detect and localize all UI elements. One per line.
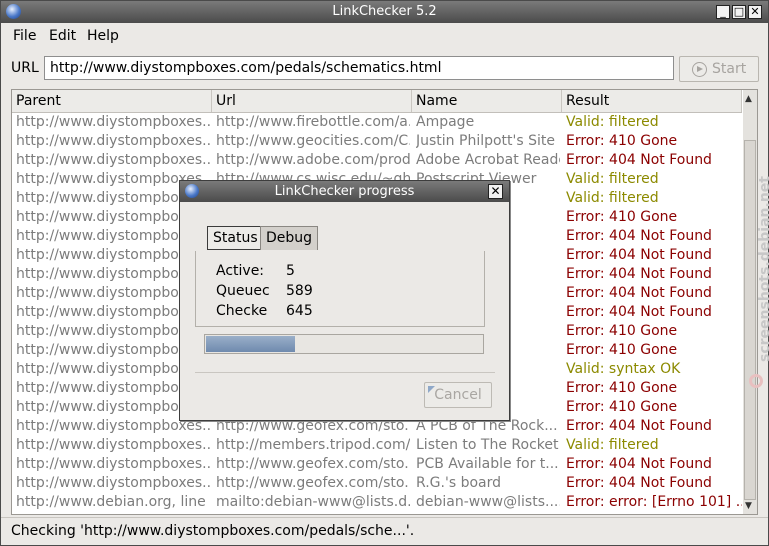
cell-parent: http://www.diystompboxes.... (16, 114, 210, 130)
queued-label: Queuec (216, 283, 270, 299)
dialog-close-button[interactable]: ✕ (488, 184, 503, 199)
table-row[interactable]: http://www.diystompboxes.... http://www.a… (12, 151, 742, 170)
dialog-separator (195, 372, 495, 373)
dialog-title-bar: LinkChecker progress ✕ (180, 181, 509, 202)
cell-result: Error: 410 Gone (566, 342, 678, 358)
progress-dialog: LinkChecker progress ✕ Status Debug Acti… (179, 180, 510, 421)
scroll-down-icon[interactable]: ▼ (745, 501, 752, 511)
cell-parent: http://www.diystompboxes.... (16, 475, 210, 491)
table-row[interactable]: http://www.diystompboxes.... http://www.g… (12, 132, 742, 151)
watermark: screenshots.debian.net (745, 151, 769, 401)
cell-result: Error: 404 Not Found (566, 418, 712, 434)
cell-parent: http://www.diystompboxes.... (16, 456, 210, 472)
cell-parent: http://www.diystompboxes.... (16, 152, 210, 168)
start-button[interactable]: Start (679, 56, 759, 82)
url-label: URL (11, 60, 39, 76)
cell-result: Error: 410 Gone (566, 399, 678, 415)
table-row[interactable]: http://www.diystompboxes.... http://membe… (12, 436, 742, 455)
url-input[interactable] (44, 56, 674, 80)
column-header-result[interactable]: Result (562, 90, 742, 112)
cell-name: Justin Philpott's Site (416, 133, 555, 149)
cell-name: Ampage (416, 114, 475, 130)
cell-parent: http://www.debian.org, line ... (16, 494, 210, 510)
cancel-button-label: Cancel (434, 387, 482, 403)
cell-name: debian-www@lists.... (416, 494, 560, 510)
menu-edit[interactable]: Edit (49, 28, 76, 44)
close-button[interactable]: ✕ (748, 5, 762, 19)
menu-help[interactable]: Help (87, 28, 119, 44)
status-text: Checking 'http://www.diystompboxes.com/p… (11, 523, 415, 539)
column-header-name[interactable]: Name (412, 90, 562, 112)
checked-label: Checke (216, 303, 268, 319)
table-row[interactable]: http://www.diystompboxes.... http://www.f… (12, 113, 742, 132)
checked-value: 645 (286, 303, 313, 319)
maximize-button[interactable]: □ (732, 5, 746, 19)
cell-url: http://www.geocities.com/C... (216, 133, 410, 149)
cell-result: Error: 404 Not Found (566, 247, 712, 263)
cell-url: http://www.firebottle.com/a... (216, 114, 410, 130)
column-header-url[interactable]: Url (212, 90, 412, 112)
cell-name: PCB Available for t... (416, 456, 559, 472)
scroll-up-icon[interactable]: ▲ (745, 94, 752, 104)
cell-result: Valid: filtered (566, 114, 659, 130)
status-bar: Checking 'http://www.diystompboxes.com/p… (1, 517, 768, 546)
cell-result: Error: 404 Not Found (566, 266, 712, 282)
table-row[interactable]: http://www.diystompboxes.... http://www.g… (12, 474, 742, 493)
cell-result: Error: 404 Not Found (566, 475, 712, 491)
cell-result: Error: 404 Not Found (566, 456, 712, 472)
cell-result: Error: error: [Errno 101] ... (566, 494, 742, 510)
cell-name: R.G.'s board (416, 475, 501, 491)
cell-url: mailto:debian-www@lists.d... (216, 494, 410, 510)
table-row[interactable]: http://www.debian.org, line ... mailto:de… (12, 493, 742, 512)
cell-result: Error: 410 Gone (566, 380, 678, 396)
progress-bar (204, 334, 484, 354)
cell-result: Valid: syntax OK (566, 361, 681, 377)
active-label: Active: (216, 263, 265, 279)
menu-file[interactable]: File (13, 28, 36, 44)
play-icon (692, 62, 707, 77)
status-panel: Active: 5 Queuec 589 Checke 645 (195, 251, 485, 327)
url-row: URL Start (1, 53, 768, 83)
start-button-label: Start (712, 61, 747, 77)
cell-parent: http://www.diystompboxes.... (16, 437, 210, 453)
column-header-parent[interactable]: Parent (12, 90, 212, 112)
cell-url: http://www.geofex.com/sto... (216, 456, 410, 472)
cell-result: Error: 404 Not Found (566, 152, 712, 168)
cell-parent: http://www.diystompboxes.... (16, 133, 210, 149)
window-title: LinkChecker 5.2 (332, 4, 437, 19)
cell-url: http://www.geofex.com/sto... (216, 475, 410, 491)
cell-result: Valid: filtered (566, 190, 659, 206)
cell-result: Error: 410 Gone (566, 209, 678, 225)
cell-result: Valid: filtered (566, 437, 659, 453)
cell-result: Error: 404 Not Found (566, 228, 712, 244)
cell-result: Error: 410 Gone (566, 323, 678, 339)
cell-name: Adobe Acrobat Reader (416, 152, 560, 168)
cancel-button[interactable]: Cancel (424, 382, 492, 408)
watermark-text: screenshots.debian.net (757, 176, 769, 362)
cell-name: Listen to The Rocket (416, 437, 559, 453)
cell-url: http://members.tripod.com/... (216, 437, 410, 453)
minimize-button[interactable]: _ (716, 5, 730, 19)
title-bar: LinkChecker 5.2 _ □ ✕ (1, 1, 768, 23)
dialog-title: LinkChecker progress (274, 184, 415, 199)
cell-result: Valid: filtered (566, 171, 659, 187)
tab-debug[interactable]: Debug (260, 226, 319, 250)
cancel-icon (428, 386, 435, 393)
cell-result: Error: 404 Not Found (566, 285, 712, 301)
menu-bar: File Edit Help (1, 23, 768, 47)
cell-result: Error: 404 Not Found (566, 304, 712, 320)
queued-value: 589 (286, 283, 313, 299)
active-value: 5 (286, 263, 295, 279)
cell-result: Error: 410 Gone (566, 133, 678, 149)
table-header: Parent Url Name Result (12, 90, 742, 113)
progress-fill (206, 336, 295, 352)
tab-status[interactable]: Status (207, 226, 264, 250)
table-row[interactable]: http://www.diystompboxes.... http://www.g… (12, 455, 742, 474)
cell-url: http://www.adobe.com/prod... (216, 152, 410, 168)
debian-logo-icon (749, 374, 763, 388)
